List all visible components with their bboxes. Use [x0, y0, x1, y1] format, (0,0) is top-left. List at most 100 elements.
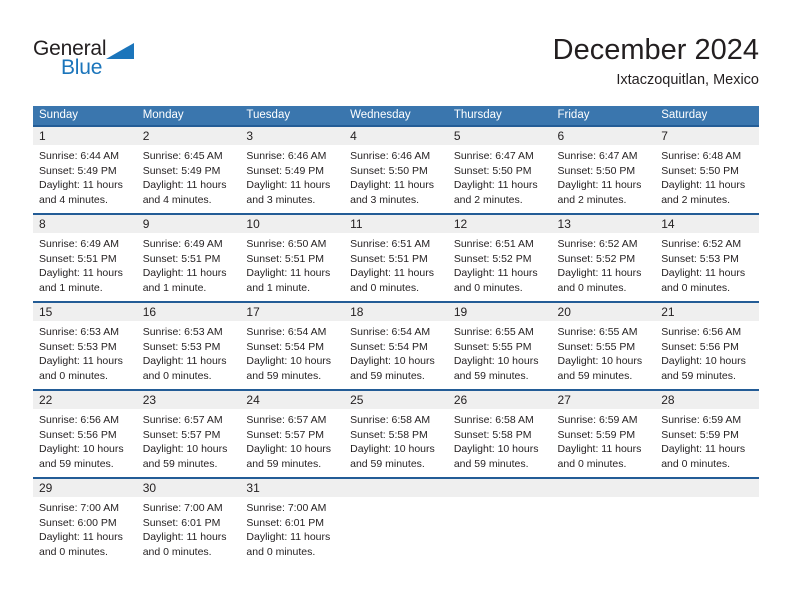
day-number: 8 [33, 215, 137, 233]
sunrise-text: Sunrise: 6:52 AM [557, 238, 638, 250]
sunset-text: Sunset: 6:01 PM [246, 516, 325, 529]
calendar-day-cell[interactable]: 3 Sunrise: 6:46 AM Sunset: 5:49 PM Daylight… [240, 125, 345, 214]
day-details: Sunrise: 6:45 AM Sunset: 5:49 PM Daylight:… [137, 145, 241, 207]
calendar-day-cell[interactable]: 11 Sunrise: 6:51 AM Sunset: 5:51 PM Dayligh… [344, 213, 448, 302]
calendar-empty-cell [551, 477, 656, 568]
calendar-day-cell[interactable]: 31 Sunrise: 7:00 AM Sunset: 6:01 PM Dayligh… [240, 477, 345, 568]
calendar-day-cell[interactable]: 8 Sunrise: 6:49 AM Sunset: 5:51 PM Daylight… [33, 213, 137, 302]
sunset-text: Sunset: 5:54 PM [350, 340, 428, 353]
calendar-day-cell[interactable]: 2 Sunrise: 6:45 AM Sunset: 5:49 PM Daylight… [136, 125, 241, 214]
weekday-header-saturday: Saturday [655, 106, 759, 126]
title-block: December 2024 Ixtaczoquitlan, Mexico [553, 33, 759, 89]
sunset-text: Sunset: 5:52 PM [453, 252, 532, 265]
calendar-day-cell[interactable]: 13 Sunrise: 6:52 AM Sunset: 5:52 PM Dayligh… [551, 213, 656, 302]
sunset-text: Sunset: 5:53 PM [661, 252, 739, 265]
calendar-day-cell[interactable]: 15 Sunrise: 6:53 AM Sunset: 5:53 PM Dayligh… [33, 301, 137, 390]
calendar-day-cell[interactable]: 21 Sunrise: 6:56 AM Sunset: 5:56 PM Dayligh… [655, 301, 759, 390]
sunrise-text: Sunrise: 6:49 AM [39, 238, 119, 250]
daylight-text-line1: Daylight: 10 hours [453, 443, 539, 455]
calendar-week-row: 22 Sunrise: 6:56 AM Sunset: 5:56 PM Dayligh… [33, 389, 759, 478]
day-cell-inner: 6 Sunrise: 6:47 AM Sunset: 5:50 PM Daylight… [551, 127, 656, 213]
day-cell-inner: 26 Sunrise: 6:58 AM Sunset: 5:58 PM Dayligh… [447, 391, 552, 477]
calendar-day-cell[interactable]: 20 Sunrise: 6:55 AM Sunset: 5:55 PM Dayligh… [551, 301, 656, 390]
calendar-body: 1 Sunrise: 6:44 AM Sunset: 5:49 PM Daylight… [33, 125, 759, 568]
calendar-day-cell[interactable]: 18 Sunrise: 6:54 AM Sunset: 5:54 PM Dayligh… [344, 301, 448, 390]
calendar-day-cell[interactable]: 1 Sunrise: 6:44 AM Sunset: 5:49 PM Daylight… [33, 125, 137, 214]
day-cell-inner [655, 479, 759, 568]
calendar-day-cell[interactable]: 28 Sunrise: 6:59 AM Sunset: 5:59 PM Dayligh… [655, 389, 759, 478]
day-cell-inner: 20 Sunrise: 6:55 AM Sunset: 5:55 PM Dayligh… [551, 303, 656, 389]
calendar-day-cell[interactable]: 29 Sunrise: 7:00 AM Sunset: 6:00 PM Dayligh… [33, 477, 137, 568]
sunrise-text: Sunrise: 7:00 AM [39, 502, 119, 514]
day-details: Sunrise: 6:46 AM Sunset: 5:49 PM Daylight:… [240, 145, 344, 207]
calendar-day-cell[interactable]: 14 Sunrise: 6:52 AM Sunset: 5:53 PM Dayligh… [655, 213, 759, 302]
daylight-text-line2: and 59 minutes. [246, 457, 322, 470]
daylight-text-line1: Daylight: 10 hours [350, 355, 435, 367]
day-details: Sunrise: 6:57 AM Sunset: 5:57 PM Daylight:… [137, 409, 241, 471]
calendar-day-cell[interactable]: 7 Sunrise: 6:48 AM Sunset: 5:50 PM Daylight… [655, 125, 759, 214]
day-details: Sunrise: 6:44 AM Sunset: 5:49 PM Daylight:… [33, 145, 137, 207]
calendar-week-row: 8 Sunrise: 6:49 AM Sunset: 5:51 PM Daylight… [33, 213, 759, 302]
day-number [447, 479, 552, 497]
day-number: 25 [344, 391, 448, 409]
sunset-text: Sunset: 5:51 PM [142, 252, 221, 265]
daylight-text-line2: and 59 minutes. [246, 369, 322, 382]
calendar-day-cell[interactable]: 5 Sunrise: 6:47 AM Sunset: 5:50 PM Daylight… [447, 125, 552, 214]
calendar-day-cell[interactable]: 19 Sunrise: 6:55 AM Sunset: 5:55 PM Dayligh… [447, 301, 552, 390]
day-details: Sunrise: 6:54 AM Sunset: 5:54 PM Daylight:… [344, 321, 448, 383]
calendar-day-cell[interactable]: 6 Sunrise: 6:47 AM Sunset: 5:50 PM Daylight… [551, 125, 656, 214]
weekday-header-friday: Friday [551, 106, 656, 126]
day-number: 10 [240, 215, 345, 233]
sunset-text: Sunset: 6:01 PM [142, 516, 221, 529]
calendar-empty-cell [447, 477, 552, 568]
daylight-text-line1: Daylight: 11 hours [557, 443, 642, 455]
calendar-day-cell[interactable]: 23 Sunrise: 6:57 AM Sunset: 5:57 PM Dayligh… [136, 389, 241, 478]
calendar-day-cell[interactable]: 10 Sunrise: 6:50 AM Sunset: 5:51 PM Dayligh… [240, 213, 345, 302]
calendar-day-cell[interactable]: 16 Sunrise: 6:53 AM Sunset: 5:53 PM Dayligh… [136, 301, 241, 390]
day-cell-inner: 25 Sunrise: 6:58 AM Sunset: 5:58 PM Dayligh… [344, 391, 448, 477]
daylight-text-line1: Daylight: 11 hours [453, 267, 538, 279]
calendar-day-cell[interactable]: 9 Sunrise: 6:49 AM Sunset: 5:51 PM Daylight… [136, 213, 241, 302]
day-cell-inner: 17 Sunrise: 6:54 AM Sunset: 5:54 PM Dayligh… [240, 303, 345, 389]
calendar-day-cell[interactable]: 27 Sunrise: 6:59 AM Sunset: 5:59 PM Dayligh… [551, 389, 656, 478]
calendar-day-cell[interactable]: 26 Sunrise: 6:58 AM Sunset: 5:58 PM Dayligh… [447, 389, 552, 478]
sunrise-text: Sunrise: 6:58 AM [350, 414, 431, 426]
day-details: Sunrise: 6:51 AM Sunset: 5:52 PM Daylight:… [448, 233, 552, 295]
day-number [551, 479, 656, 497]
daylight-text-line1: Daylight: 11 hours [39, 179, 123, 191]
calendar-day-cell[interactable]: 22 Sunrise: 6:56 AM Sunset: 5:56 PM Dayligh… [33, 389, 137, 478]
calendar-day-cell[interactable]: 25 Sunrise: 6:58 AM Sunset: 5:58 PM Dayligh… [344, 389, 448, 478]
daylight-text-line2: and 1 minute. [142, 281, 207, 294]
day-number: 18 [344, 303, 448, 321]
calendar-day-cell[interactable]: 24 Sunrise: 6:57 AM Sunset: 5:57 PM Dayligh… [240, 389, 345, 478]
calendar-day-cell[interactable]: 17 Sunrise: 6:54 AM Sunset: 5:54 PM Dayligh… [240, 301, 345, 390]
day-cell-inner: 12 Sunrise: 6:51 AM Sunset: 5:52 PM Dayligh… [447, 215, 552, 301]
calendar-day-cell[interactable]: 30 Sunrise: 7:00 AM Sunset: 6:01 PM Dayligh… [136, 477, 241, 568]
sunset-text: Sunset: 5:50 PM [557, 164, 636, 177]
daylight-text-line1: Daylight: 11 hours [246, 179, 331, 191]
daylight-text-line2: and 1 minute. [246, 281, 311, 294]
day-cell-inner: 7 Sunrise: 6:48 AM Sunset: 5:50 PM Daylight… [655, 127, 759, 213]
sunset-text: Sunset: 5:55 PM [453, 340, 532, 353]
day-number: 22 [33, 391, 137, 409]
daylight-text-line2: and 59 minutes. [142, 457, 218, 470]
sunrise-text: Sunrise: 6:52 AM [661, 238, 742, 250]
calendar-day-cell[interactable]: 4 Sunrise: 6:46 AM Sunset: 5:50 PM Daylight… [344, 125, 448, 214]
calendar-day-cell[interactable]: 12 Sunrise: 6:51 AM Sunset: 5:52 PM Dayligh… [447, 213, 552, 302]
day-cell-inner [447, 479, 552, 568]
day-details: Sunrise: 6:51 AM Sunset: 5:51 PM Daylight:… [344, 233, 448, 295]
daylight-text-line2: and 2 minutes. [661, 193, 731, 206]
day-number: 28 [655, 391, 759, 409]
sunset-text: Sunset: 5:51 PM [246, 252, 325, 265]
sunset-text: Sunset: 5:50 PM [661, 164, 739, 177]
day-details: Sunrise: 6:52 AM Sunset: 5:53 PM Daylight:… [655, 233, 759, 295]
sunset-text: Sunset: 5:59 PM [557, 428, 636, 441]
day-cell-inner: 23 Sunrise: 6:57 AM Sunset: 5:57 PM Dayligh… [136, 391, 241, 477]
day-number: 26 [447, 391, 552, 409]
day-number: 20 [551, 303, 656, 321]
sunset-text: Sunset: 5:51 PM [39, 252, 117, 265]
sunrise-text: Sunrise: 6:51 AM [453, 238, 534, 250]
day-number: 2 [136, 127, 241, 145]
day-number: 27 [551, 391, 656, 409]
calendar-page: General Blue December 2024 Ixtaczoquitla… [0, 0, 792, 612]
